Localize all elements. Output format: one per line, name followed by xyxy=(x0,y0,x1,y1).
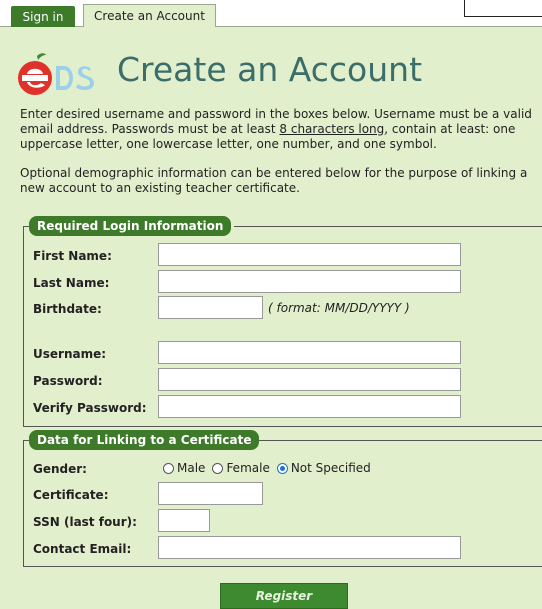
password-length-link[interactable]: 8 characters long xyxy=(279,122,384,136)
demographic-note: Optional demographic information can be … xyxy=(20,166,528,195)
gender-option-male[interactable]: Male xyxy=(163,461,205,475)
certificate-label: Certificate: xyxy=(33,488,109,502)
eds-logo-icon xyxy=(18,53,94,95)
page-title: Create an Account xyxy=(117,50,423,89)
eds-logo xyxy=(15,52,111,96)
birthdate-input[interactable] xyxy=(158,296,263,319)
gender-option-female[interactable]: Female xyxy=(212,461,270,475)
username-label: Username: xyxy=(33,347,107,361)
verify-password-input[interactable] xyxy=(158,395,461,418)
tab-bar-divider xyxy=(0,26,542,27)
password-input[interactable] xyxy=(158,368,461,391)
gender-option-not-specified[interactable]: Not Specified xyxy=(276,461,371,475)
tab-sign-in[interactable]: Sign in xyxy=(11,6,75,27)
last-name-input[interactable] xyxy=(158,270,461,293)
fieldset-border xyxy=(23,426,542,427)
fieldset-border xyxy=(23,440,24,567)
gender-radio-group: Male Female Not Specified xyxy=(163,461,374,475)
radio-not-specified-label: Not Specified xyxy=(290,461,371,475)
fieldset-border xyxy=(258,440,542,441)
gender-label: Gender: xyxy=(33,462,87,476)
certificate-input[interactable] xyxy=(158,482,263,505)
required-login-legend: Required Login Information xyxy=(29,216,232,236)
linking-legend: Data for Linking to a Certificate xyxy=(29,430,260,450)
birthdate-format-hint: ( format: MM/DD/YYYY ) xyxy=(268,301,410,315)
first-name-input[interactable] xyxy=(158,243,461,266)
contact-email-input[interactable] xyxy=(158,536,461,559)
top-bar xyxy=(0,0,542,27)
corner-frame xyxy=(464,0,542,17)
first-name-label: First Name: xyxy=(33,249,112,263)
username-input[interactable] xyxy=(158,341,461,364)
password-label: Password: xyxy=(33,374,103,388)
ssn-input[interactable] xyxy=(158,509,210,532)
fieldset-border xyxy=(23,566,542,567)
radio-female-label: Female xyxy=(226,461,270,475)
last-name-label: Last Name: xyxy=(33,276,110,290)
fieldset-border xyxy=(234,226,542,227)
radio-male[interactable] xyxy=(163,462,174,474)
ssn-label: SSN (last four): xyxy=(33,515,137,529)
radio-male-label: Male xyxy=(177,461,206,475)
fieldset-border xyxy=(23,226,24,427)
intro-text: Enter desired username and password in t… xyxy=(20,107,542,152)
verify-password-label: Verify Password: xyxy=(33,401,147,415)
contact-email-label: Contact Email: xyxy=(33,542,132,556)
register-button[interactable]: Register xyxy=(220,583,348,609)
tab-create-account[interactable]: Create an Account xyxy=(83,4,216,27)
radio-not-specified[interactable] xyxy=(276,462,288,474)
birthdate-label: Birthdate: xyxy=(33,302,102,316)
radio-female[interactable] xyxy=(212,462,224,474)
